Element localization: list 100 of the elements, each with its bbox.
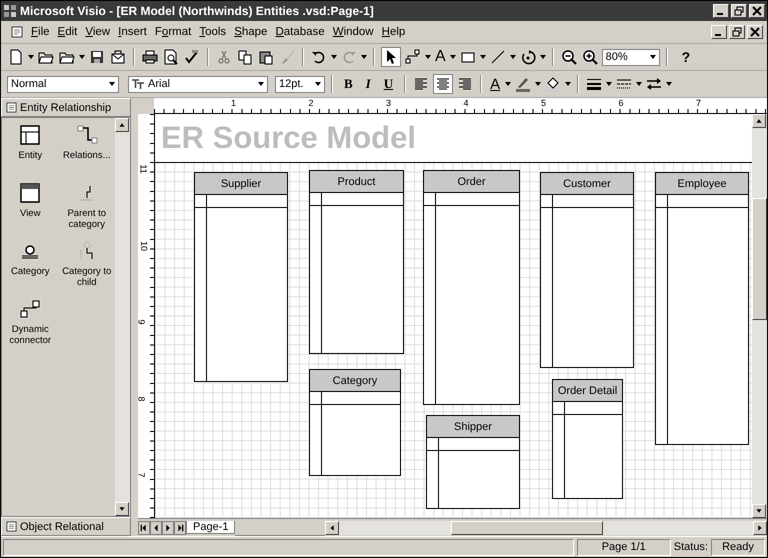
fill-bucket-icon[interactable] xyxy=(544,75,562,93)
close-icon[interactable] xyxy=(747,25,763,39)
dropdown-arrow-icon[interactable] xyxy=(480,55,486,59)
restore-icon[interactable] xyxy=(729,25,745,39)
scroll-up-icon[interactable] xyxy=(752,114,766,128)
line-color-icon[interactable] xyxy=(514,75,532,93)
menu-item[interactable]: View xyxy=(81,26,114,38)
ruler-label: 11 xyxy=(138,164,149,174)
relationship-shape-icon[interactable] xyxy=(76,124,98,146)
stencil-title[interactable]: Entity Relationship xyxy=(1,98,131,117)
last-page-icon[interactable] xyxy=(174,520,186,534)
dropdown-arrow-icon[interactable] xyxy=(315,82,321,86)
scroll-thumb[interactable] xyxy=(752,198,767,320)
spelling-check-icon[interactable] xyxy=(183,48,201,66)
dropdown-arrow-icon[interactable] xyxy=(450,55,456,59)
entity-table[interactable]: Customer xyxy=(540,172,634,368)
entity-table[interactable]: Category xyxy=(309,369,401,476)
zoom-out-icon[interactable] xyxy=(560,48,578,66)
stencil-label[interactable]: Entity xyxy=(18,150,42,161)
scroll-thumb[interactable] xyxy=(451,520,604,534)
scroll-down-icon[interactable] xyxy=(752,504,766,518)
stencil-label[interactable]: Relations... xyxy=(62,150,111,161)
entity-table[interactable]: Supplier xyxy=(194,172,288,382)
menu-item[interactable]: Window xyxy=(328,26,378,38)
entity-shape-icon[interactable] xyxy=(19,124,42,146)
zoom-in-icon[interactable] xyxy=(580,48,599,66)
stencil-icon xyxy=(6,102,17,113)
dropdown-arrow-icon[interactable] xyxy=(505,82,512,86)
line-ends-icon[interactable] xyxy=(645,75,664,93)
previous-page-icon[interactable] xyxy=(150,520,162,534)
menu-item[interactable]: Database xyxy=(271,26,329,38)
align-center-icon[interactable] xyxy=(433,74,454,94)
dropdown-arrow-icon[interactable] xyxy=(540,55,546,59)
dropdown-arrow-icon[interactable] xyxy=(650,55,656,59)
menu-item[interactable]: Format xyxy=(150,26,196,38)
scroll-left-icon[interactable] xyxy=(325,520,340,534)
connector-tool-icon[interactable] xyxy=(404,48,422,66)
stencil-icon xyxy=(6,521,17,532)
dropdown-arrow-icon[interactable] xyxy=(109,82,115,86)
bold-button[interactable]: B xyxy=(339,76,358,92)
dropdown-arrow-icon[interactable] xyxy=(331,55,337,59)
minimize-icon[interactable] xyxy=(713,4,729,18)
dropdown-arrow-icon[interactable] xyxy=(79,55,85,59)
stencil-label[interactable]: Dynamic connector xyxy=(2,324,58,346)
scroll-down-icon[interactable] xyxy=(115,502,129,516)
stencil-label[interactable]: Category xyxy=(10,266,50,277)
entity-table[interactable]: Order Detail xyxy=(552,379,623,499)
dropdown-arrow-icon[interactable] xyxy=(636,82,642,86)
view-shape-icon[interactable] xyxy=(19,182,42,204)
underline-button[interactable]: U xyxy=(378,76,398,92)
style-combo[interactable]: Normal xyxy=(7,76,119,92)
save-icon[interactable] xyxy=(88,48,106,66)
menu-item[interactable]: Shape xyxy=(230,26,272,38)
stencil-label[interactable]: Parent to category xyxy=(58,208,115,230)
envelope-icon[interactable] xyxy=(109,48,127,66)
truetype-icon xyxy=(132,79,144,89)
drawing-canvas[interactable]: ER Source Model Supplier Product Order Customer Employee Category Order Detail Shipper xyxy=(155,114,752,518)
italic-button[interactable]: I xyxy=(360,76,376,92)
menu-item[interactable]: Tools xyxy=(195,26,230,38)
pointer-tool-icon[interactable] xyxy=(381,47,401,67)
connector-shape-icon[interactable] xyxy=(19,298,42,320)
dropdown-arrow-icon[interactable] xyxy=(361,55,367,59)
dropdown-arrow-icon[interactable] xyxy=(425,55,431,59)
print-preview-icon[interactable] xyxy=(162,48,180,66)
next-page-icon[interactable] xyxy=(162,520,174,534)
font-combo[interactable]: Arial xyxy=(128,76,268,92)
menu-item[interactable]: File xyxy=(27,26,54,38)
dropdown-arrow-icon[interactable] xyxy=(258,82,264,86)
menu-item[interactable]: Edit xyxy=(54,26,82,38)
dropdown-arrow-icon[interactable] xyxy=(28,55,34,59)
entity-table[interactable]: Shipper xyxy=(426,415,520,509)
entity-table[interactable]: Order xyxy=(423,170,520,405)
help-button[interactable]: ? xyxy=(674,49,698,65)
font-color-button[interactable]: A xyxy=(488,76,502,92)
close-icon[interactable] xyxy=(749,4,765,18)
scroll-right-icon[interactable] xyxy=(753,520,767,534)
page-tab[interactable]: Page-1 xyxy=(186,521,236,534)
first-page-icon[interactable] xyxy=(138,520,150,534)
dropdown-arrow-icon[interactable] xyxy=(606,82,612,86)
entity-table[interactable]: Product xyxy=(309,170,404,354)
font-size-combo[interactable]: 12pt. xyxy=(275,76,325,92)
app-icon xyxy=(3,4,17,18)
dropdown-arrow-icon[interactable] xyxy=(565,82,572,86)
entity-table[interactable]: Employee xyxy=(655,172,749,445)
text-tool-button[interactable]: A xyxy=(434,48,447,66)
copy-icon[interactable] xyxy=(236,48,254,66)
zoom-combo[interactable]: 80% xyxy=(602,48,660,66)
dropdown-arrow-icon[interactable] xyxy=(666,82,672,86)
menu-item[interactable]: Insert xyxy=(114,26,151,38)
scroll-up-icon[interactable] xyxy=(115,118,129,132)
stencil-label[interactable]: View xyxy=(20,208,40,219)
stencil-footer[interactable]: Object Relational xyxy=(1,517,131,536)
status-label: Status: xyxy=(674,541,708,553)
dropdown-arrow-icon[interactable] xyxy=(510,55,516,59)
stencil-label[interactable]: Category to child xyxy=(58,266,115,288)
printer-icon[interactable] xyxy=(141,48,159,66)
dropdown-arrow-icon[interactable] xyxy=(535,82,542,86)
menu-item[interactable]: Help xyxy=(378,26,410,38)
restore-icon[interactable] xyxy=(731,4,747,18)
minimize-icon[interactable] xyxy=(711,25,727,39)
